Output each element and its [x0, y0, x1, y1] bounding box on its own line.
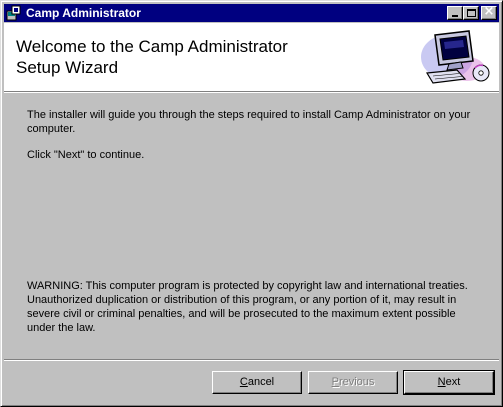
- previous-label: revious: [338, 376, 375, 388]
- minimize-icon: [452, 15, 458, 17]
- maximize-icon: [467, 9, 476, 17]
- next-button[interactable]: Next: [403, 370, 495, 395]
- footer-divider: [4, 359, 499, 361]
- previous-button[interactable]: Previous: [308, 371, 398, 394]
- computer-setup-icon: [417, 27, 493, 87]
- next-label: ext: [445, 376, 461, 388]
- instruction-text: Click "Next" to continue.: [27, 149, 145, 161]
- previous-accel: P: [331, 376, 339, 388]
- window-title: Camp Administrator: [26, 6, 141, 20]
- installer-window: Camp Administrator × Welcome to the Camp…: [0, 0, 503, 407]
- wizard-banner: Welcome to the Camp Administrator Setup …: [4, 23, 499, 91]
- intro-text: The installer will guide you through the…: [27, 109, 471, 135]
- close-button[interactable]: ×: [481, 4, 497, 20]
- title-bar[interactable]: Camp Administrator ×: [4, 4, 499, 22]
- close-icon: ×: [483, 4, 495, 19]
- banner-divider: [4, 91, 499, 93]
- cancel-button[interactable]: Cancel: [212, 371, 302, 394]
- cancel-label: ancel: [247, 376, 275, 388]
- copyright-warning: WARNING: This computer program is protec…: [27, 280, 468, 334]
- maximize-button[interactable]: [463, 6, 479, 20]
- cancel-accel: C: [239, 376, 248, 388]
- window-controls: ×: [447, 4, 497, 20]
- next-accel: N: [437, 376, 446, 388]
- minimize-button[interactable]: [447, 6, 463, 20]
- wizard-title: Welcome to the Camp Administrator Setup …: [16, 37, 288, 77]
- installer-app-icon: [6, 5, 22, 21]
